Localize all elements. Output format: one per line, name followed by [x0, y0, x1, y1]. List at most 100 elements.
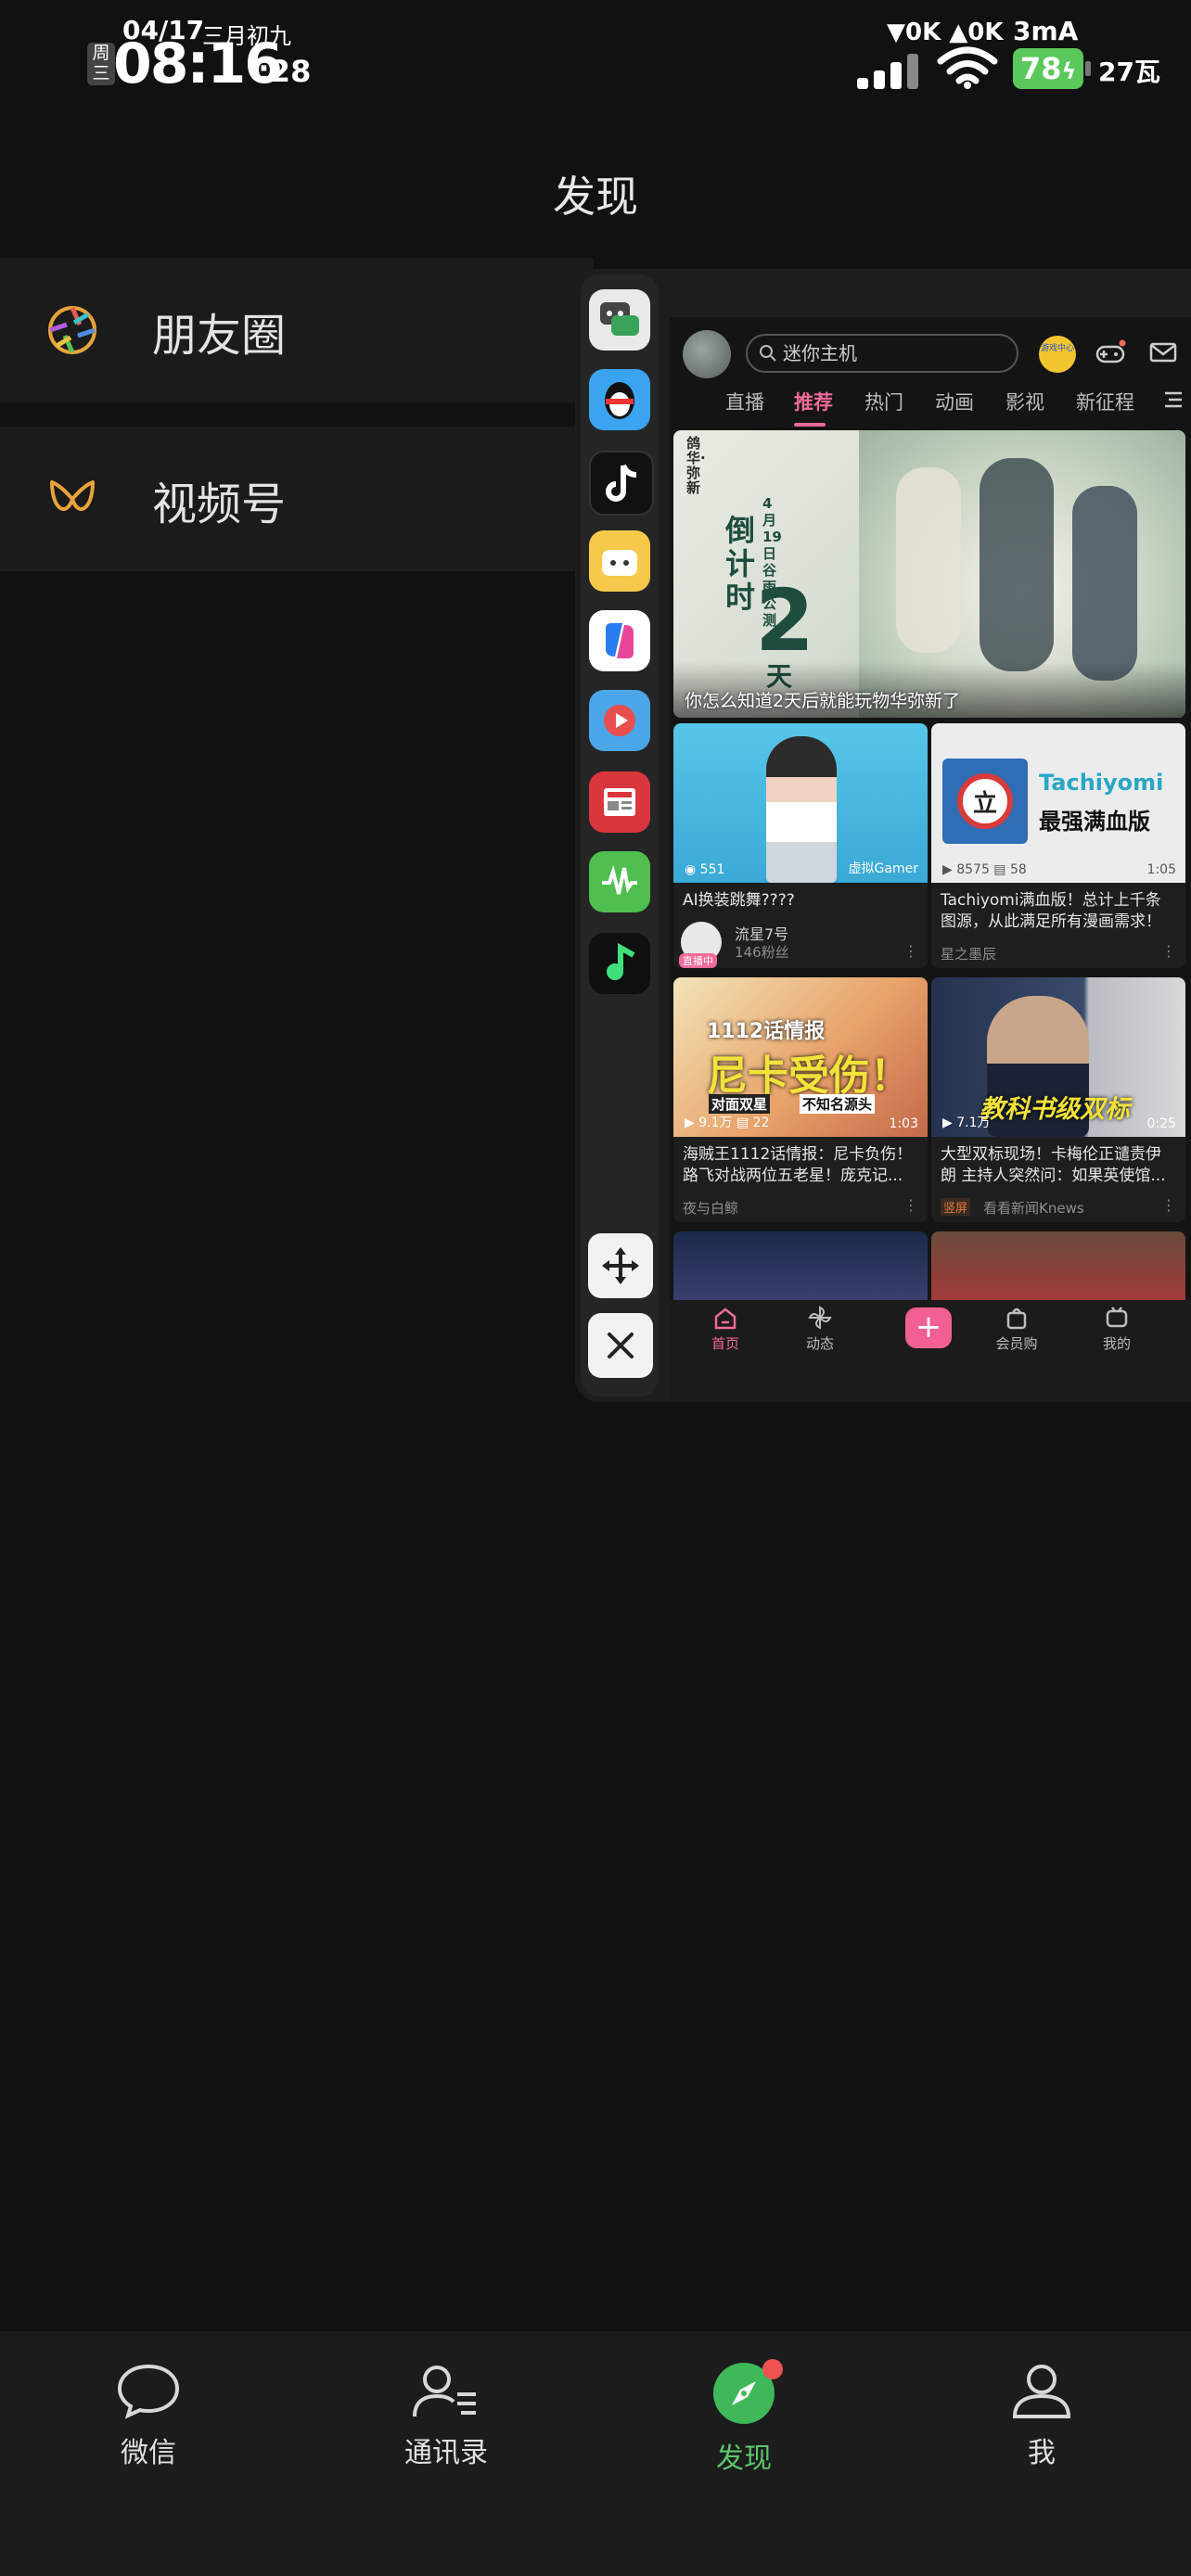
tab-live[interactable]: 直播 — [725, 388, 764, 415]
tab-discover-label: 发现 — [716, 2442, 772, 2475]
tab-recommend[interactable]: 推荐 — [794, 388, 833, 415]
video-card[interactable]: 教科书级双标 ▶ 7.1万 0:25 大型双标现场！卡梅伦正谴责伊朗 主持人突然… — [931, 977, 1185, 1222]
thumb-top-text: 1112话情报 — [707, 1020, 826, 1043]
author-tag: 竖屏 — [941, 1198, 971, 1216]
copilot-icon[interactable] — [589, 610, 650, 671]
video-card[interactable]: ◉ 551 虚拟Gamer AI换装跳舞???? 直播中 流星7号 146粉丝 … — [673, 723, 928, 968]
author-name: 流星7号 — [735, 925, 789, 943]
gamepad-icon[interactable] — [1095, 339, 1126, 367]
more-options-icon[interactable]: ⋮ — [903, 1196, 918, 1214]
bottom-tab-bar: 微信 通讯录 发现 我 — [0, 2331, 1191, 2576]
nav-vip-shop[interactable]: 会员购 — [980, 1306, 1054, 1353]
danmaku-count: 58 — [1010, 862, 1027, 877]
banner-number: 2 — [755, 571, 815, 670]
view-count: ▶ 8575 ▤ 58 — [942, 862, 1027, 877]
view-count-value: 551 — [699, 862, 725, 877]
tab-contacts[interactable]: 通讯录 — [372, 2361, 520, 2470]
music-note-glyph-icon — [607, 942, 635, 980]
channels-icon — [50, 480, 95, 511]
active-tab-indicator — [794, 423, 826, 427]
close-icon — [608, 1333, 634, 1358]
nav-mine-label: 我的 — [1102, 1335, 1131, 1352]
tab-new-journey[interactable]: 新征程 — [1076, 388, 1134, 415]
status-seconds: :28 — [258, 54, 312, 89]
person-icon — [1012, 2365, 1071, 2418]
video-player-icon[interactable] — [589, 690, 650, 751]
thumb-logo: 立 — [942, 759, 1028, 844]
user-avatar[interactable] — [683, 330, 731, 378]
more-options-icon[interactable]: ⋮ — [903, 942, 918, 960]
thumb-headline: 教科书级双标 — [980, 1095, 1130, 1124]
menu-item-channels[interactable]: 视频号 — [0, 427, 594, 571]
video-thumbnail: ◉ 551 虚拟Gamer — [673, 723, 928, 883]
bilibili-icon[interactable] — [589, 530, 650, 592]
upload-button[interactable]: + — [905, 1307, 952, 1348]
penguin-glyph-icon — [605, 382, 634, 419]
app-bottom-nav: 首页 动态 + 会员购 我的 — [670, 1300, 1191, 1402]
video-card[interactable]: 立 Tachiyomi 最强满血版 ▶ 8575 ▤ 58 1:05 Tachi… — [931, 723, 1185, 968]
close-window-button[interactable] — [588, 1313, 653, 1378]
tab-menu-icon[interactable] — [1161, 389, 1184, 410]
copilot-glyph-icon — [606, 623, 634, 658]
move-window-button[interactable] — [588, 1233, 653, 1298]
live-tag: 直播中 — [679, 953, 717, 968]
app-dock — [581, 274, 659, 1396]
notification-dot — [762, 2359, 783, 2379]
danmaku-count: 22 — [752, 1116, 770, 1130]
video-card[interactable]: 1112话情报 尼卡受伤！ 对面双星 不知名源头 ▶ 9.1万 ▤ 22 1:0… — [673, 977, 928, 1222]
audio-wave-icon[interactable] — [589, 851, 650, 912]
banner-figure-3 — [1072, 486, 1137, 681]
view-count: ▶ 7.1万 — [942, 1116, 991, 1130]
nav-vip-shop-label: 会员购 — [995, 1335, 1038, 1352]
video-thumbnail: 1112话情报 尼卡受伤！ 对面双星 不知名源头 ▶ 9.1万 ▤ 22 1:0… — [673, 977, 928, 1137]
mail-icon[interactable] — [1148, 339, 1178, 365]
video-title: 海贼王1112话情报：尼卡负伤！路飞对战两位五老星！庞克记... — [683, 1145, 913, 1185]
tab-anime[interactable]: 动画 — [935, 388, 974, 415]
tiktok-icon[interactable] — [589, 451, 654, 516]
thumb-tag: 不知名源头 — [800, 1094, 876, 1114]
status-net-speed: ▼0K ▲0K — [887, 19, 1004, 46]
nav-dynamic[interactable]: 动态 — [783, 1306, 857, 1353]
search-input[interactable]: 迷你主机 — [746, 334, 1018, 373]
tab-chats[interactable]: 微信 — [74, 2361, 223, 2470]
tab-film[interactable]: 影视 — [1005, 388, 1044, 415]
tab-me-label: 我 — [1028, 2437, 1056, 2469]
view-count-value: 8575 — [956, 862, 990, 877]
chat-glyph-icon — [600, 302, 639, 336]
news-icon[interactable] — [589, 772, 650, 833]
status-bar: 04/17 三月初九 周三 08:16 :28 ▼0K ▲0K 3mA 78ϟ … — [0, 0, 1191, 102]
channels-label: 视频号 — [152, 478, 287, 530]
view-count-value: 7.1万 — [956, 1116, 991, 1130]
nav-mine[interactable]: 我的 — [1080, 1306, 1154, 1353]
nav-home[interactable]: 首页 — [688, 1306, 762, 1353]
music-icon[interactable] — [589, 933, 650, 994]
video-title: 大型双标现场！卡梅伦正谴责伊朗 主持人突然问：如果英使馆... — [941, 1145, 1166, 1185]
thumb-tag: 对面双星 — [709, 1094, 771, 1114]
thumb-headline: 最强满血版 — [1039, 809, 1150, 835]
more-options-icon[interactable]: ⋮ — [1161, 1196, 1176, 1214]
banner-caption: 你怎么知道2天后就能玩物华弥新了 — [685, 691, 961, 711]
newspaper-glyph-icon — [604, 788, 635, 816]
tv-icon — [1106, 1307, 1128, 1328]
menu-item-moments[interactable]: 朋友圈 — [0, 258, 594, 402]
game-center-badge[interactable]: 游戏中心 — [1039, 336, 1076, 373]
author-name: 夜与白鲸 — [683, 1200, 739, 1217]
qq-icon[interactable] — [589, 369, 650, 430]
tab-discover[interactable]: 发现 — [670, 2361, 818, 2476]
wave-glyph-icon — [602, 864, 637, 895]
video-card-partial[interactable] — [931, 1231, 1185, 1300]
video-title: AI换装跳舞???? — [683, 891, 795, 910]
video-card-partial[interactable] — [673, 1231, 928, 1300]
view-count-value: 9.1万 — [698, 1116, 733, 1130]
tab-me[interactable]: 我 — [967, 2361, 1116, 2470]
more-options-icon[interactable]: ⋮ — [1161, 942, 1176, 960]
video-title: Tachiyomi满血版！总计上千条图源，从此满足所有漫画需求！ — [941, 891, 1161, 931]
tab-chats-label: 微信 — [121, 2437, 176, 2469]
promo-banner[interactable]: 鸽华·弥新 倒计时 4月19日 谷雨公测 2 天 你怎么知道2天后就能玩物华弥新… — [673, 430, 1185, 718]
banner-figure-1 — [896, 467, 961, 653]
category-tabs: 直播 推荐 热门 动画 影视 新征程 — [670, 388, 1191, 428]
nav-dynamic-label: 动态 — [805, 1335, 834, 1352]
app-header: 迷你主机 游戏中心 直播 推荐 热门 动画 影视 新征程 — [670, 317, 1191, 428]
chat-app-icon[interactable] — [589, 289, 650, 351]
tab-hot[interactable]: 热门 — [864, 388, 903, 415]
